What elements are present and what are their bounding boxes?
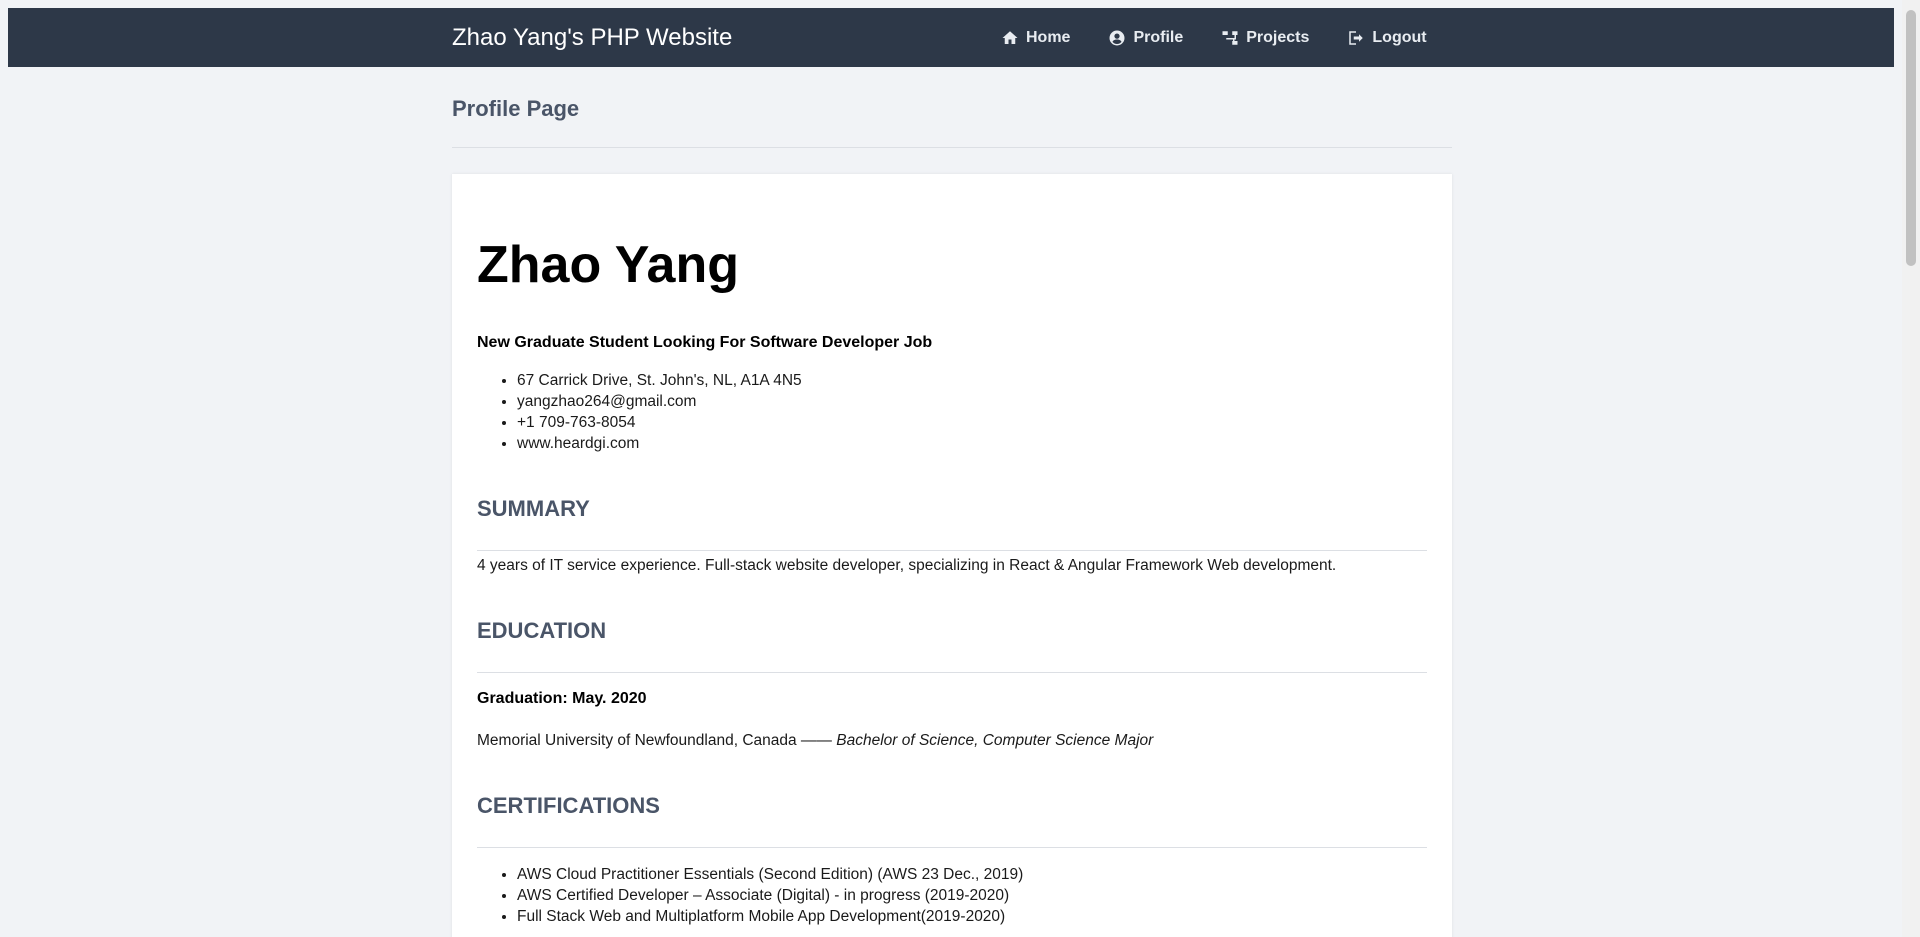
nav-links: Home Profile Projects Logout xyxy=(1001,8,1465,67)
certification-item: AWS Certified Developer – Associate (Dig… xyxy=(517,885,1023,906)
vertical-scrollbar[interactable] xyxy=(1902,0,1920,937)
page: Zhao Yang's PHP Website Home Profile Pro… xyxy=(0,0,1920,937)
nav-logout[interactable]: Logout xyxy=(1347,28,1427,47)
contact-address: 67 Carrick Drive, St. John's, NL, A1A 4N… xyxy=(517,370,802,391)
nav-projects-label: Projects xyxy=(1246,28,1310,46)
sign-out-icon xyxy=(1349,30,1364,45)
contact-website: www.heardgi.com xyxy=(517,433,802,454)
sitemap-icon xyxy=(1222,30,1238,45)
resume-name: Zhao Yang xyxy=(477,236,739,294)
school-name: Memorial University of Newfoundland, Can… xyxy=(477,732,837,749)
summary-divider xyxy=(477,550,1427,551)
nav-home[interactable]: Home xyxy=(1001,29,1070,47)
certification-item: Full Stack Web and Multiplatform Mobile … xyxy=(517,906,1023,927)
user-circle-icon xyxy=(1109,30,1125,45)
certifications-divider xyxy=(477,847,1427,848)
education-school: Memorial University of Newfoundland, Can… xyxy=(477,732,1153,750)
contact-phone: +1 709-763-8054 xyxy=(517,412,802,433)
resume-tagline: New Graduate Student Looking For Softwar… xyxy=(477,334,933,351)
graduation-label: Graduation: May. 2020 xyxy=(477,690,647,707)
nav-logout-label: Logout xyxy=(1372,28,1427,46)
certifications-heading: CERTIFICATIONS xyxy=(477,793,660,818)
education-divider xyxy=(477,672,1427,673)
certifications-list: AWS Cloud Practitioner Essentials (Secon… xyxy=(477,864,1023,927)
navbar: Zhao Yang's PHP Website Home Profile Pro… xyxy=(8,8,1894,67)
resume-card: Zhao Yang New Graduate Student Looking F… xyxy=(452,174,1452,937)
certification-item: AWS Cloud Practitioner Essentials (Secon… xyxy=(517,864,1023,885)
nav-profile[interactable]: Profile xyxy=(1108,29,1183,47)
home-icon xyxy=(1002,30,1018,44)
scrollbar-thumb[interactable] xyxy=(1906,10,1916,266)
brand-link[interactable]: Zhao Yang's PHP Website xyxy=(452,8,732,67)
summary-heading: SUMMARY xyxy=(477,496,590,521)
contact-email: yangzhao264@gmail.com xyxy=(517,391,802,412)
page-header: Profile Page xyxy=(452,94,1452,148)
page-title: Profile Page xyxy=(452,96,580,121)
education-heading: EDUCATION xyxy=(477,618,607,643)
contact-list: 67 Carrick Drive, St. John's, NL, A1A 4N… xyxy=(477,370,802,454)
summary-text: 4 years of IT service experience. Full-s… xyxy=(477,557,1337,574)
degree-name: Bachelor of Science, Computer Science Ma… xyxy=(836,732,1154,749)
nav-home-label: Home xyxy=(1026,28,1071,46)
nav-profile-label: Profile xyxy=(1133,28,1184,46)
nav-projects[interactable]: Projects xyxy=(1221,29,1309,47)
